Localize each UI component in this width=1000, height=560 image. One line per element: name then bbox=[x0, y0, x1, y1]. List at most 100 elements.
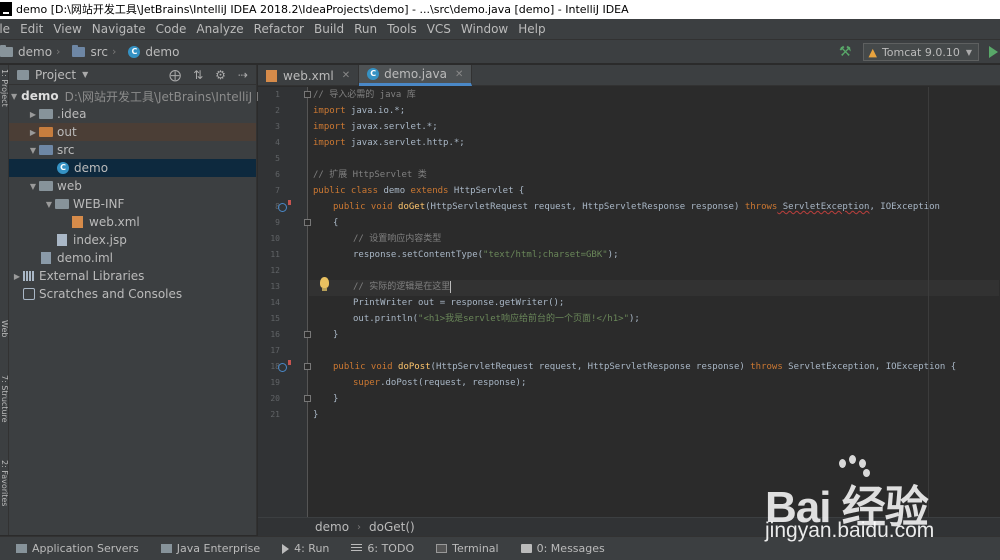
project-tree: ▼ demo D:\网站开发工具\JetBrains\IntelliJ IDE … bbox=[9, 85, 276, 303]
xml-file-icon bbox=[266, 69, 277, 82]
menu-code[interactable]: Code bbox=[151, 19, 192, 40]
source-folder-icon bbox=[72, 44, 86, 57]
code-line: // 实际的逻辑是在这里 bbox=[353, 280, 452, 293]
expand-arrow-icon[interactable]: ▼ bbox=[27, 146, 39, 155]
menu-analyze[interactable]: Analyze bbox=[191, 19, 248, 40]
tool-run[interactable]: 4: Run bbox=[282, 542, 329, 555]
line-number: 20 bbox=[270, 394, 280, 403]
gear-icon[interactable]: ⚙ bbox=[215, 68, 226, 82]
fold-toggle-icon[interactable] bbox=[304, 363, 311, 370]
tool-tab-project[interactable]: 1: Project bbox=[0, 69, 9, 139]
fold-toggle-icon[interactable] bbox=[304, 91, 311, 98]
build-hammer-icon[interactable]: ⚒ bbox=[839, 44, 852, 60]
tree-item-web[interactable]: ▼ web bbox=[9, 177, 256, 195]
menu-edit[interactable]: Edit bbox=[15, 19, 48, 40]
tool-todo[interactable]: 6: TODO bbox=[351, 542, 414, 555]
editor-tab-bar: web.xml ✕ C demo.java ✕ bbox=[258, 65, 1000, 86]
tool-tab-web[interactable]: Web bbox=[0, 320, 9, 360]
expand-arrow-icon[interactable]: ▼ bbox=[27, 182, 39, 191]
breadcrumb-method[interactable]: doGet() bbox=[369, 520, 415, 534]
tree-item-web-xml[interactable]: web.xml bbox=[9, 213, 256, 231]
tab-demo-java[interactable]: C demo.java ✕ bbox=[359, 65, 473, 86]
tool-terminal[interactable]: Terminal bbox=[436, 542, 499, 555]
tree-item-demo-iml[interactable]: demo.iml bbox=[9, 249, 256, 267]
tree-item-index-jsp[interactable]: index.jsp bbox=[9, 231, 256, 249]
tree-item-idea[interactable]: ▶ .idea bbox=[9, 105, 256, 123]
tool-tab-favorites[interactable]: 2: Favorites bbox=[0, 460, 9, 530]
fold-toggle-icon[interactable] bbox=[304, 219, 311, 226]
tree-item-label: demo bbox=[21, 89, 59, 103]
code-line: import javax.servlet.http.*; bbox=[313, 138, 465, 148]
scroll-from-source-icon[interactable]: ⨁ bbox=[169, 68, 181, 82]
jsp-file-icon bbox=[57, 234, 67, 246]
menu-view[interactable]: View bbox=[48, 19, 86, 40]
line-number: 17 bbox=[270, 346, 280, 355]
hide-panel-icon[interactable]: ⇢ bbox=[238, 68, 248, 82]
code-line: out.println("<h1>我是servlet响应给前台的一个页面!</h… bbox=[353, 314, 640, 324]
tree-item-label: Scratches and Consoles bbox=[39, 287, 183, 301]
line-number: 1 bbox=[275, 90, 280, 99]
chevron-down-icon[interactable]: ▼ bbox=[82, 70, 88, 79]
tool-messages[interactable]: 0: Messages bbox=[520, 542, 605, 555]
tree-item-demo-class[interactable]: C demo bbox=[9, 159, 256, 177]
tree-item-src[interactable]: ▼ src bbox=[9, 141, 256, 159]
code-editor[interactable]: 1 2 3 4 5 6 7 8 9 10 11 12 13 14 15 16 1… bbox=[258, 87, 1000, 517]
tab-web-xml[interactable]: web.xml ✕ bbox=[258, 65, 360, 86]
run-button-icon[interactable] bbox=[989, 46, 998, 58]
line-number: 7 bbox=[275, 186, 280, 195]
override-marker-icon[interactable] bbox=[278, 360, 291, 372]
menu-navigate[interactable]: Navigate bbox=[87, 19, 151, 40]
code-line: import java.io.*; bbox=[313, 106, 406, 116]
menu-tools[interactable]: Tools bbox=[382, 19, 422, 40]
project-tool-window: Project ▼ ⨁ ⇅ ⚙ ⇢ ▼ demo D:\网站开发工具\JetBr… bbox=[9, 65, 276, 535]
collapse-arrow-icon[interactable]: ▶ bbox=[11, 272, 23, 281]
run-configuration-label: Tomcat 9.0.10 bbox=[881, 45, 960, 59]
project-panel-header: Project ▼ ⨁ ⇅ ⚙ ⇢ bbox=[9, 65, 256, 85]
expand-arrow-icon[interactable]: ▼ bbox=[43, 200, 55, 209]
tree-item-out[interactable]: ▶ out bbox=[9, 123, 256, 141]
menu-help[interactable]: Help bbox=[513, 19, 550, 40]
navigation-bar: demo › src › C demo ⚒ ▲ Tomcat 9.0.10 ▼ bbox=[0, 40, 1000, 64]
project-view-icon bbox=[17, 69, 29, 80]
tree-item-scratches[interactable]: Scratches and Consoles bbox=[9, 285, 256, 303]
menu-refactor[interactable]: Refactor bbox=[249, 19, 309, 40]
nav-crumb-project[interactable]: demo › bbox=[0, 44, 66, 59]
menu-build[interactable]: Build bbox=[309, 19, 349, 40]
fold-toggle-icon[interactable] bbox=[304, 395, 311, 402]
tool-java-enterprise[interactable]: Java Enterprise bbox=[160, 542, 260, 555]
line-number: 14 bbox=[270, 298, 280, 307]
baidu-jingyan-watermark: Bai 经验 jingyan.baidu.com bbox=[765, 455, 995, 545]
close-icon[interactable]: ✕ bbox=[342, 70, 350, 81]
chevron-right-icon: › bbox=[111, 45, 117, 58]
tool-label: Application Servers bbox=[32, 542, 139, 555]
line-number: 11 bbox=[270, 250, 280, 259]
project-panel-title[interactable]: Project bbox=[35, 68, 76, 82]
tree-item-external-libraries[interactable]: ▶ External Libraries bbox=[9, 267, 256, 285]
tree-item-web-inf[interactable]: ▼ WEB-INF bbox=[9, 195, 256, 213]
fold-toggle-icon[interactable] bbox=[304, 331, 311, 338]
excluded-folder-icon bbox=[39, 127, 53, 137]
source-folder-icon bbox=[39, 145, 53, 155]
line-number: 10 bbox=[270, 234, 280, 243]
expand-arrow-icon[interactable]: ▼ bbox=[11, 92, 17, 101]
run-configuration-select[interactable]: ▲ Tomcat 9.0.10 ▼ bbox=[863, 43, 979, 61]
override-marker-icon[interactable] bbox=[278, 200, 291, 212]
menu-vcs[interactable]: VCS bbox=[422, 19, 456, 40]
tree-item-label: .idea bbox=[57, 107, 87, 121]
code-line: PrintWriter out = response.getWriter(); bbox=[353, 298, 565, 308]
nav-crumb-src[interactable]: src › bbox=[72, 44, 122, 59]
breadcrumb-class[interactable]: demo bbox=[315, 520, 349, 534]
nav-crumb-src-label: src bbox=[90, 44, 108, 59]
menu-file[interactable]: ile bbox=[0, 19, 15, 40]
collapse-arrow-icon[interactable]: ▶ bbox=[27, 110, 39, 119]
menu-run[interactable]: Run bbox=[349, 19, 382, 40]
tool-application-servers[interactable]: Application Servers bbox=[16, 542, 139, 555]
messages-icon bbox=[520, 544, 532, 553]
collapse-all-icon[interactable]: ⇅ bbox=[193, 68, 203, 82]
close-icon[interactable]: ✕ bbox=[455, 69, 463, 80]
nav-crumb-class[interactable]: C demo bbox=[128, 45, 179, 59]
menu-window[interactable]: Window bbox=[456, 19, 513, 40]
tool-tab-structure[interactable]: 7: Structure bbox=[0, 375, 9, 445]
tree-item-demo-root[interactable]: ▼ demo D:\网站开发工具\JetBrains\IntelliJ IDE bbox=[9, 87, 276, 105]
collapse-arrow-icon[interactable]: ▶ bbox=[27, 128, 39, 137]
